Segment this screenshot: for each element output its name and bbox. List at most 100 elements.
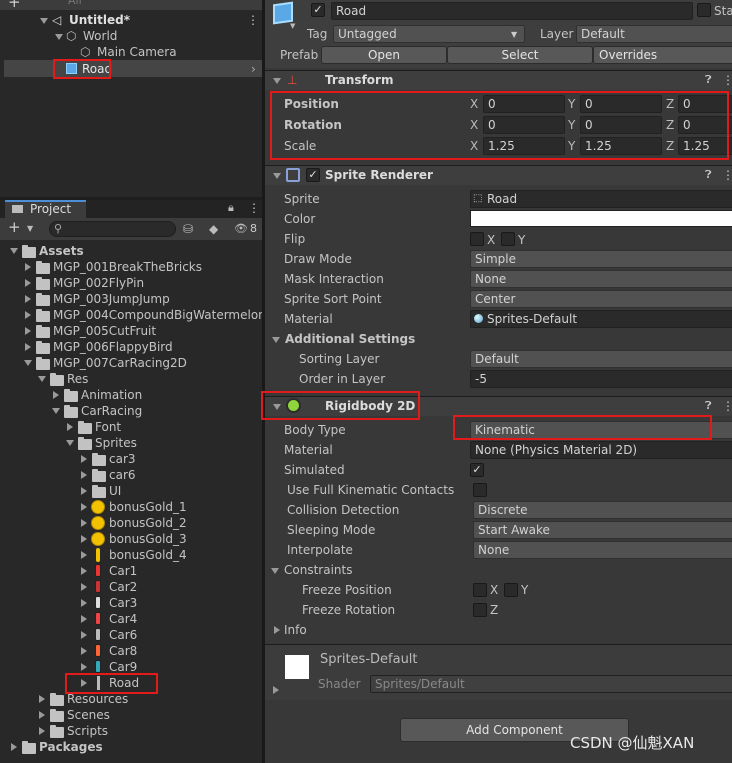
static-checkbox[interactable]: [697, 3, 711, 17]
tree-fold-icon[interactable]: [25, 295, 31, 303]
order-in-layer-field[interactable]: -5: [470, 370, 732, 388]
additional-settings-label[interactable]: Additional Settings: [285, 331, 415, 347]
tree-item[interactable]: Car2: [109, 579, 137, 595]
hierarchy-selected-row[interactable]: [4, 60, 262, 77]
tree-fold-icon[interactable]: [67, 423, 73, 431]
settings-icon[interactable]: ⋮: [722, 398, 732, 414]
sprite-field[interactable]: Road: [470, 190, 732, 208]
sleeping-mode-dropdown[interactable]: Start Awake: [473, 521, 732, 539]
tree-fold-icon[interactable]: [81, 615, 87, 623]
physics-material-field[interactable]: None (Physics Material 2D): [470, 441, 732, 459]
tree-fold-icon[interactable]: [38, 376, 46, 382]
tree-fold-icon[interactable]: [25, 263, 31, 271]
tree-fold-icon[interactable]: [53, 391, 59, 399]
hierarchy-add-icon[interactable]: +: [8, 0, 21, 10]
flip-x-checkbox[interactable]: [470, 232, 484, 246]
scene-fold-icon[interactable]: [40, 18, 48, 24]
freeze-position-x-checkbox[interactable]: [473, 583, 487, 597]
settings-icon[interactable]: ⋮: [722, 167, 732, 183]
tree-item[interactable]: bonusGold_3: [109, 531, 187, 547]
tree-fold-icon[interactable]: [66, 440, 74, 446]
fold-icon[interactable]: [273, 78, 281, 84]
mask-interaction-dropdown[interactable]: None: [470, 270, 732, 288]
interpolate-dropdown[interactable]: None: [473, 541, 732, 559]
tree-fold-icon[interactable]: [81, 663, 87, 671]
tree-item[interactable]: Sprites: [95, 435, 137, 451]
prefab-select-button[interactable]: Select: [447, 46, 593, 64]
help-icon[interactable]: ❓︎: [705, 72, 712, 88]
tree-item[interactable]: Assets: [39, 243, 84, 259]
sorting-layer-dropdown[interactable]: Default: [470, 350, 732, 368]
tree-fold-icon[interactable]: [39, 711, 45, 719]
sprite-sort-point-dropdown[interactable]: Center: [470, 290, 732, 308]
tree-fold-icon[interactable]: [81, 599, 87, 607]
tree-item[interactable]: UI: [109, 483, 121, 499]
draw-mode-dropdown[interactable]: Simple: [470, 250, 732, 268]
tree-item[interactable]: MGP_002FlyPin: [53, 275, 144, 291]
help-icon[interactable]: ❓︎: [705, 167, 712, 183]
filter-type-icon[interactable]: ⛁: [183, 221, 193, 237]
tree-item[interactable]: MGP_005CutFruit: [53, 323, 156, 339]
tree-item[interactable]: bonusGold_4: [109, 547, 187, 563]
tree-fold-icon[interactable]: [81, 471, 87, 479]
tree-item[interactable]: bonusGold_1: [109, 499, 187, 515]
scene-menu-icon[interactable]: ⋮: [247, 12, 259, 28]
tree-fold-icon[interactable]: [52, 408, 60, 414]
scene-title[interactable]: Untitled*: [69, 12, 130, 28]
tree-item[interactable]: Car6: [109, 627, 137, 643]
tree-item[interactable]: CarRacing: [81, 403, 142, 419]
gameobject-name-field[interactable]: Road: [331, 2, 693, 20]
tree-fold-icon[interactable]: [25, 279, 31, 287]
fold-icon[interactable]: [273, 173, 281, 179]
tree-fold-icon[interactable]: [39, 695, 45, 703]
tree-fold-icon[interactable]: [11, 743, 17, 751]
freeze-rotation-z-checkbox[interactable]: [473, 603, 487, 617]
tree-fold-icon[interactable]: [81, 647, 87, 655]
tree-fold-icon[interactable]: [10, 248, 18, 254]
tree-item[interactable]: Font: [95, 419, 121, 435]
tree-fold-icon[interactable]: [25, 311, 31, 319]
chevron-right-icon[interactable]: ›: [251, 61, 256, 77]
tree-item[interactable]: Scenes: [67, 707, 110, 723]
tag-dropdown[interactable]: Untagged: [333, 25, 525, 43]
tree-fold-icon[interactable]: [81, 455, 87, 463]
color-swatch[interactable]: [470, 210, 732, 227]
tree-fold-icon[interactable]: [81, 503, 87, 511]
fold-icon[interactable]: [273, 686, 279, 694]
dropdown-arrow-icon[interactable]: ▼: [27, 221, 33, 237]
tree-item[interactable]: MGP_004CompoundBigWatermelon: [53, 307, 266, 323]
info-label[interactable]: Info: [284, 622, 307, 638]
hierarchy-item-main-camera[interactable]: Main Camera: [97, 44, 177, 60]
hierarchy-item-world[interactable]: World: [83, 28, 117, 44]
full-kinematic-contacts-checkbox[interactable]: [473, 483, 487, 497]
material-field[interactable]: Sprites-Default: [470, 310, 732, 328]
tree-item[interactable]: Car4: [109, 611, 137, 627]
tree-fold-icon[interactable]: [81, 535, 87, 543]
world-fold-icon[interactable]: [55, 34, 63, 40]
prefab-overrides-button[interactable]: Overrides: [593, 46, 732, 64]
tree-fold-icon[interactable]: [81, 631, 87, 639]
flip-y-checkbox[interactable]: [501, 232, 515, 246]
tree-item[interactable]: Car8: [109, 643, 137, 659]
collision-detection-dropdown[interactable]: Discrete: [473, 501, 732, 519]
tree-fold-icon[interactable]: [25, 343, 31, 351]
project-search-input[interactable]: [49, 221, 176, 237]
active-checkbox[interactable]: ✓: [311, 3, 325, 17]
tree-item[interactable]: car6: [109, 467, 136, 483]
tree-fold-icon[interactable]: [81, 519, 87, 527]
tree-fold-icon[interactable]: [39, 727, 45, 735]
tree-item[interactable]: MGP_006FlappyBird: [53, 339, 173, 355]
fold-icon[interactable]: [272, 337, 280, 343]
freeze-position-y-checkbox[interactable]: [504, 583, 518, 597]
tree-fold-icon[interactable]: [81, 567, 87, 575]
constraints-label[interactable]: Constraints: [284, 562, 352, 578]
tree-fold-icon[interactable]: [24, 360, 32, 366]
tree-fold-icon[interactable]: [81, 487, 87, 495]
tree-item[interactable]: Car3: [109, 595, 137, 611]
lock-icon[interactable]: 🔒︎: [228, 200, 234, 216]
sprite-renderer-enabled-checkbox[interactable]: ✓: [306, 168, 320, 182]
tree-item[interactable]: Animation: [81, 387, 142, 403]
tree-fold-icon[interactable]: [81, 583, 87, 591]
chevron-down-icon[interactable]: ▼: [290, 18, 295, 34]
tree-fold-icon[interactable]: [25, 327, 31, 335]
